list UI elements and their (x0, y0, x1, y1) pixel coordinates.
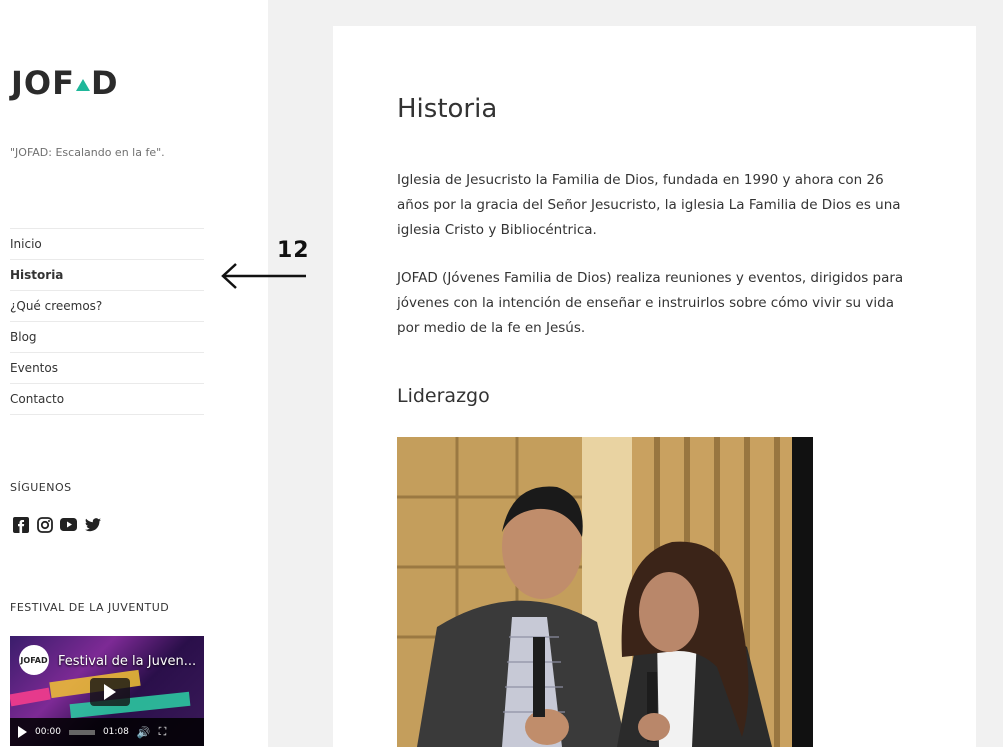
menu-item-inicio[interactable]: Inicio (10, 229, 204, 260)
video-duration: 01:08 (102, 727, 129, 737)
site-logo[interactable]: JOF D (11, 64, 119, 102)
article-paragraph-2: JOFAD (Jóvenes Familia de Dios) realiza … (397, 270, 904, 336)
video-thumbnail-decoration (10, 687, 51, 707)
video-title[interactable]: Festival de la Juven... (58, 654, 196, 669)
logo-text-right: D (90, 64, 119, 102)
menu-item-eventos[interactable]: Eventos (10, 353, 204, 384)
article-paragraph-1: Iglesia de Jesucristo la Familia de Dios… (397, 172, 901, 238)
facebook-icon[interactable] (12, 516, 29, 533)
annotation-arrow-icon (221, 263, 306, 289)
twitter-icon[interactable] (84, 516, 101, 533)
video-play-button[interactable] (90, 678, 130, 706)
leadership-photo (397, 437, 813, 747)
main-menu: Inicio Historia ¿Qué creemos? Blog Event… (10, 228, 204, 415)
social-widget-title: SÍGUENOS (10, 481, 72, 494)
video-player[interactable]: JOFAD Festival de la Juven... 00:00 01:0… (10, 636, 204, 746)
menu-item-que-creemos[interactable]: ¿Qué creemos? (10, 291, 204, 322)
menu-item-contacto[interactable]: Contacto (10, 384, 204, 415)
festival-widget-title: FESTIVAL DE LA JUVENTUD (10, 601, 170, 614)
logo-triangle-icon (75, 79, 90, 91)
menu-item-blog[interactable]: Blog (10, 322, 204, 353)
page-title: Historia (397, 94, 498, 124)
video-controls: 00:00 01:08 🔊 ⛶ (10, 718, 204, 746)
channel-avatar[interactable]: JOFAD (19, 645, 49, 675)
video-thumbnail-decoration (69, 691, 191, 719)
menu-item-historia[interactable]: Historia (10, 260, 204, 291)
fullscreen-icon[interactable]: ⛶ (159, 725, 167, 739)
volume-icon[interactable]: 🔊 (137, 726, 151, 739)
social-icons (12, 516, 101, 533)
article-card: Historia Iglesia de Jesucristo la Famili… (333, 26, 976, 747)
sidebar: JOF D "JOFAD: Escalando en la fe". Inici… (0, 0, 268, 747)
youtube-icon[interactable] (60, 516, 77, 533)
site-tagline: "JOFAD: Escalando en la fe". (10, 146, 165, 159)
video-current-time: 00:00 (35, 727, 61, 737)
instagram-icon[interactable] (36, 516, 53, 533)
video-progress-bar[interactable] (68, 729, 95, 735)
controls-play-icon[interactable] (18, 726, 27, 738)
logo-text-left: JOF (11, 64, 75, 102)
section-title-liderazgo: Liderazgo (397, 385, 490, 407)
